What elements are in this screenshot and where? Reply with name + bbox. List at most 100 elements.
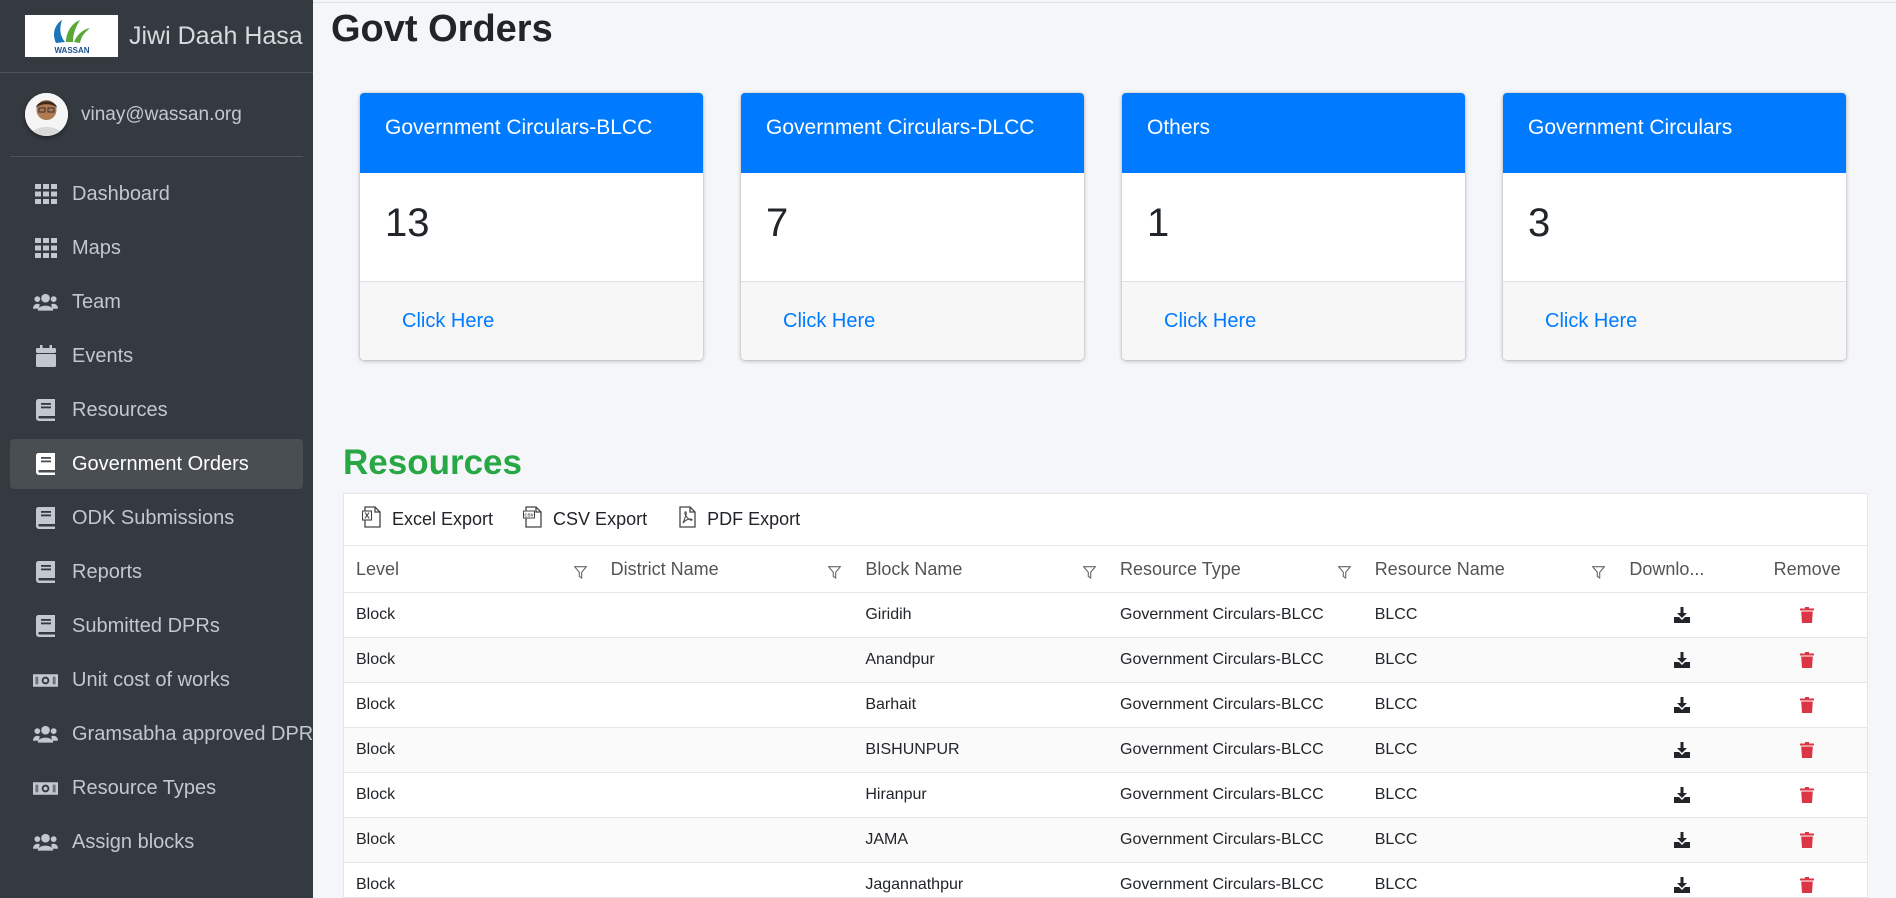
filter-icon[interactable] — [1337, 563, 1352, 584]
sidebar-item-submitted-dprs[interactable]: Submitted DPRs — [10, 601, 303, 651]
sidebar-item-reports[interactable]: Reports — [10, 547, 303, 597]
download-button[interactable] — [1617, 818, 1747, 862]
users-icon — [33, 831, 58, 853]
cell-resource-type: Government Circulars-BLCC — [1120, 651, 1324, 668]
users-icon — [33, 723, 58, 745]
svg-text:CSV: CSV — [524, 513, 533, 518]
filter-icon[interactable] — [573, 563, 588, 584]
table-row[interactable]: Block Giridih Government Circulars-BLCC … — [344, 593, 1867, 638]
column-header-label: Block Name — [865, 558, 963, 579]
cell-level: Block — [356, 696, 396, 713]
card-link[interactable]: Click Here — [1122, 282, 1465, 360]
svg-text:X: X — [364, 511, 370, 520]
sidebar-item-label: Gramsabha approved DPR — [72, 722, 314, 745]
filter-icon[interactable] — [1591, 563, 1606, 584]
sidebar-item-dashboard[interactable]: Dashboard — [10, 169, 303, 219]
sidebar-item-team[interactable]: Team — [10, 277, 303, 327]
table-row[interactable]: Block Anandpur Government Circulars-BLCC… — [344, 638, 1867, 683]
cell-resource-type: Government Circulars-BLCC — [1120, 876, 1324, 893]
pdf-export-button[interactable]: PDF Export — [677, 506, 800, 533]
table-row[interactable]: Block JAMA Government Circulars-BLCC BLC… — [344, 818, 1867, 863]
click-here-link[interactable]: Click Here — [402, 310, 494, 332]
user-panel[interactable]: vinay@wassan.org — [10, 73, 303, 157]
column-header-resource-type[interactable]: Resource Type — [1108, 546, 1363, 592]
remove-button[interactable] — [1747, 773, 1867, 817]
sidebar-item-odk-submissions[interactable]: ODK Submissions — [10, 493, 303, 543]
top-divider — [313, 2, 1896, 3]
cell-block: Hiranpur — [865, 786, 927, 803]
column-header-label: Remove — [1773, 558, 1841, 579]
column-header-resource-name[interactable]: Resource Name — [1363, 546, 1618, 592]
filter-icon[interactable] — [1082, 563, 1097, 584]
cell-level: Block — [356, 876, 396, 893]
card-link[interactable]: Click Here — [1503, 282, 1846, 360]
column-header-district-name[interactable]: District Name — [599, 546, 854, 592]
sidebar-item-resources[interactable]: Resources — [10, 385, 303, 435]
cell-district — [599, 728, 854, 772]
download-button[interactable] — [1617, 593, 1747, 637]
click-here-link[interactable]: Click Here — [1164, 310, 1256, 332]
table-row[interactable]: Block Barhait Government Circulars-BLCC … — [344, 683, 1867, 728]
sidebar-item-label: Assign blocks — [72, 830, 195, 853]
book-icon — [33, 399, 58, 421]
sidebar-item-resource-types[interactable]: Resource Types — [10, 763, 303, 813]
remove-button[interactable] — [1747, 593, 1867, 637]
remove-button[interactable] — [1747, 818, 1867, 862]
cell-level: Block — [356, 651, 396, 668]
main-content: Govt Orders Government Circulars-BLCC 13… — [313, 0, 1896, 898]
sidebar-item-label: Resource Types — [72, 776, 217, 799]
download-button[interactable] — [1617, 773, 1747, 817]
cell-resource-name: BLCC — [1374, 741, 1418, 758]
page-title: Govt Orders — [331, 8, 553, 50]
download-button[interactable] — [1617, 683, 1747, 727]
card-link[interactable]: Click Here — [360, 282, 703, 360]
brand[interactable]: WASSAN Jiwi Daah Hasa — [0, 0, 313, 73]
table-row[interactable]: Block BISHUNPUR Government Circulars-BLC… — [344, 728, 1867, 773]
sidebar-item-government-orders[interactable]: Government Orders — [10, 439, 303, 489]
trash-icon — [1800, 652, 1815, 668]
table-row[interactable]: Block Hiranpur Government Circulars-BLCC… — [344, 773, 1867, 818]
sidebar-item-unit-cost-of-works[interactable]: Unit cost of works — [10, 655, 303, 705]
grid-icon — [33, 183, 58, 205]
cell-level: Block — [356, 786, 396, 803]
cell-block: Giridih — [865, 606, 912, 623]
sidebar-item-assign-blocks[interactable]: Assign blocks — [10, 817, 303, 867]
cell-block: JAMA — [865, 831, 909, 848]
table-row[interactable]: Block Jagannathpur Government Circulars-… — [344, 863, 1867, 898]
remove-button[interactable] — [1747, 728, 1867, 772]
card-title: Government Circulars-BLCC — [360, 93, 703, 173]
click-here-link[interactable]: Click Here — [783, 310, 875, 332]
column-header-remove[interactable]: Remove — [1747, 546, 1867, 592]
download-icon — [1674, 787, 1691, 803]
remove-button[interactable] — [1747, 683, 1867, 727]
book-icon — [33, 507, 58, 529]
sidebar-item-events[interactable]: Events — [10, 331, 303, 381]
sidebar-item-label: Dashboard — [72, 182, 170, 205]
filter-icon[interactable] — [827, 563, 842, 584]
csv-export-label: CSV Export — [553, 509, 648, 529]
users-icon — [33, 291, 58, 313]
download-button[interactable] — [1617, 863, 1747, 898]
card-link[interactable]: Click Here — [741, 282, 1084, 360]
card-others: Others 1 Click Here — [1122, 93, 1465, 360]
click-here-link[interactable]: Click Here — [1545, 310, 1637, 332]
download-button[interactable] — [1617, 728, 1747, 772]
csv-export-button[interactable]: CSV CSV Export — [523, 506, 647, 533]
excel-export-button[interactable]: X Excel Export — [361, 506, 493, 533]
column-header-level[interactable]: Level — [344, 546, 599, 592]
money-icon — [33, 777, 58, 799]
book-icon — [33, 453, 58, 475]
column-header-download[interactable]: Downlo... — [1617, 546, 1747, 592]
card-government-circulars-dlcc: Government Circulars-DLCC 7 Click Here — [741, 93, 1084, 360]
cell-district — [599, 638, 854, 682]
sidebar-item-gramsabha-approved-dpr[interactable]: Gramsabha approved DPR — [10, 709, 313, 759]
column-header-block-name[interactable]: Block Name — [853, 546, 1108, 592]
sidebar-item-maps[interactable]: Maps — [10, 223, 303, 273]
user-email: vinay@wassan.org — [81, 103, 242, 125]
card-title: Government Circulars-DLCC — [741, 93, 1084, 173]
cell-district — [599, 593, 854, 637]
remove-button[interactable] — [1747, 638, 1867, 682]
cell-block: Anandpur — [865, 651, 935, 668]
remove-button[interactable] — [1747, 863, 1867, 898]
download-button[interactable] — [1617, 638, 1747, 682]
